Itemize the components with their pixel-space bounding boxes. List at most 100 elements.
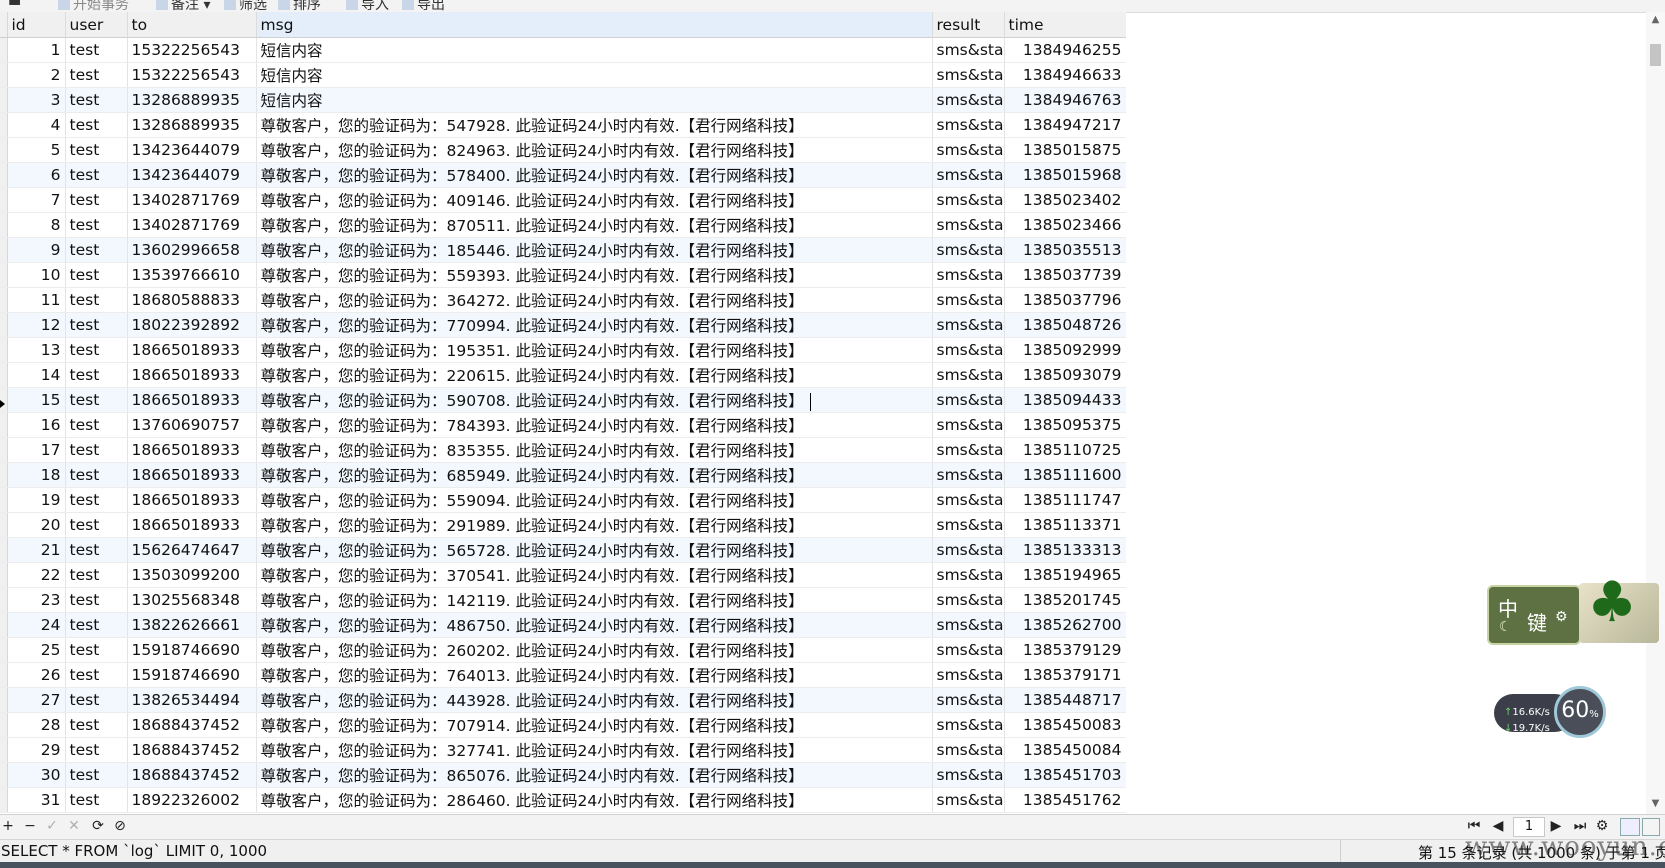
row-marker[interactable]	[0, 187, 8, 213]
cell-result[interactable]: sms&stat	[932, 162, 1005, 188]
cell-time[interactable]: 1385451703	[1004, 762, 1126, 788]
cell-to[interactable]: 15322256543	[127, 37, 257, 63]
cell-user[interactable]: test	[65, 362, 128, 388]
table-row[interactable]: 19 test 18665018933 尊敬客户，您的验证码为：559094. 此验证…	[0, 487, 1126, 513]
table-row[interactable]: 26 test 15918746690 尊敬客户，您的验证码为：764013. 此验证…	[0, 662, 1126, 688]
cell-msg[interactable]: 短信内容	[256, 37, 933, 63]
row-marker[interactable]	[0, 437, 8, 463]
cell-time[interactable]: 1385048726	[1004, 312, 1126, 338]
cell-id[interactable]: 2	[7, 62, 66, 88]
table-row[interactable]: 4 test 13286889935 尊敬客户，您的验证码为：547928. 此验证码…	[0, 112, 1126, 138]
cell-user[interactable]: test	[65, 787, 128, 813]
cell-result[interactable]: sms&stat	[932, 212, 1005, 238]
cell-user[interactable]: test	[65, 562, 128, 588]
row-marker[interactable]	[0, 587, 8, 613]
cell-time[interactable]: 1385015968	[1004, 162, 1126, 188]
cell-user[interactable]: test	[65, 387, 128, 413]
cell-time[interactable]: 1385451762	[1004, 787, 1126, 813]
cell-to[interactable]: 15918746690	[127, 637, 257, 663]
table-row[interactable]: 23 test 13025568348 尊敬客户，您的验证码为：142119. 此验证…	[0, 587, 1126, 613]
ime-language-key[interactable]: 中	[1498, 593, 1518, 622]
table-row[interactable]: 3 test 13286889935 短信内容 sms&stat 1384946763	[0, 87, 1126, 113]
cell-msg[interactable]: 尊敬客户，您的验证码为：220615. 此验证码24小时内有效.【君行网络科技】	[256, 362, 933, 388]
cell-time[interactable]: 1385015875	[1004, 137, 1126, 163]
cell-id[interactable]: 4	[7, 112, 66, 138]
cell-id[interactable]: 29	[7, 737, 66, 763]
row-marker[interactable]	[0, 87, 8, 113]
menu-icon[interactable]: ▬	[8, 0, 21, 10]
table-row[interactable]: 21 test 15626474647 尊敬客户，您的验证码为：565728. 此验证…	[0, 537, 1126, 563]
scroll-up-arrow-icon[interactable]: ▲	[1650, 14, 1661, 25]
table-row[interactable]: 20 test 18665018933 尊敬客户，您的验证码为：291989. 此验证…	[0, 512, 1126, 538]
cell-result[interactable]: sms&stat	[932, 337, 1005, 363]
column-header-time[interactable]: time	[1004, 12, 1126, 38]
table-row[interactable]: 16 test 13760690757 尊敬客户，您的验证码为：784393. 此验证…	[0, 412, 1126, 438]
row-marker[interactable]	[0, 112, 8, 138]
cell-to[interactable]: 18665018933	[127, 512, 257, 538]
cell-id[interactable]: 17	[7, 437, 66, 463]
cell-id[interactable]: 28	[7, 712, 66, 738]
cell-msg[interactable]: 尊敬客户，您的验证码为：547928. 此验证码24小时内有效.【君行网络科技】	[256, 112, 933, 138]
cell-result[interactable]: sms&stat	[932, 312, 1005, 338]
cell-id[interactable]: 22	[7, 562, 66, 588]
row-marker[interactable]	[0, 537, 8, 563]
cell-result[interactable]: sms&stat	[932, 612, 1005, 638]
cell-time[interactable]: 1384947217	[1004, 112, 1126, 138]
cell-result[interactable]: sms&stat	[932, 712, 1005, 738]
cell-user[interactable]: test	[65, 587, 128, 613]
refresh-icon[interactable]: ⟳	[90, 818, 106, 834]
cell-to[interactable]: 18665018933	[127, 337, 257, 363]
delete-record-icon[interactable]: −	[22, 818, 38, 834]
cell-to[interactable]: 18665018933	[127, 462, 257, 488]
cell-result[interactable]: sms&stat	[932, 62, 1005, 88]
cell-result[interactable]: sms&stat	[932, 737, 1005, 763]
table-row[interactable]: 18 test 18665018933 尊敬客户，您的验证码为：685949. 此验证…	[0, 462, 1126, 488]
cell-time[interactable]: 1385201745	[1004, 587, 1126, 613]
column-header-msg[interactable]: msg	[256, 12, 933, 38]
cell-user[interactable]: test	[65, 162, 128, 188]
row-marker[interactable]	[0, 137, 8, 163]
cell-to[interactable]: 18680588833	[127, 287, 257, 313]
cell-id[interactable]: 26	[7, 662, 66, 688]
cell-msg[interactable]: 尊敬客户，您的验证码为：185446. 此验证码24小时内有效.【君行网络科技】	[256, 237, 933, 263]
row-marker[interactable]	[0, 37, 8, 63]
row-marker[interactable]	[0, 512, 8, 538]
cell-to[interactable]: 18688437452	[127, 737, 257, 763]
cell-to[interactable]: 13423644079	[127, 162, 257, 188]
cell-user[interactable]: test	[65, 737, 128, 763]
cell-to[interactable]: 15918746690	[127, 662, 257, 688]
cell-result[interactable]: sms&stat	[932, 37, 1005, 63]
cell-msg[interactable]: 尊敬客户，您的验证码为：770994. 此验证码24小时内有效.【君行网络科技】	[256, 312, 933, 338]
cell-time[interactable]: 1385110725	[1004, 437, 1126, 463]
cell-user[interactable]: test	[65, 437, 128, 463]
table-row[interactable]: 17 test 18665018933 尊敬客户，您的验证码为：835355. 此验证…	[0, 437, 1126, 463]
table-row[interactable]: 9 test 13602996658 尊敬客户，您的验证码为：185446. 此验证码…	[0, 237, 1126, 263]
cell-to[interactable]: 13503099200	[127, 562, 257, 588]
cell-time[interactable]: 1385023402	[1004, 187, 1126, 213]
row-marker[interactable]	[0, 662, 8, 688]
cell-msg[interactable]: 尊敬客户，您的验证码为：764013. 此验证码24小时内有效.【君行网络科技】	[256, 662, 933, 688]
cell-msg[interactable]: 尊敬客户，您的验证码为：370541. 此验证码24小时内有效.【君行网络科技】	[256, 562, 933, 588]
cell-msg[interactable]: 尊敬客户，您的验证码为：685949. 此验证码24小时内有效.【君行网络科技】	[256, 462, 933, 488]
cell-time[interactable]: 1384946255	[1004, 37, 1126, 63]
cell-user[interactable]: test	[65, 262, 128, 288]
cell-to[interactable]: 13025568348	[127, 587, 257, 613]
cell-msg[interactable]: 尊敬客户，您的验证码为：409146. 此验证码24小时内有效.【君行网络科技】	[256, 187, 933, 213]
cell-result[interactable]: sms&stat	[932, 262, 1005, 288]
cell-time[interactable]: 1385111600	[1004, 462, 1126, 488]
row-marker[interactable]	[0, 487, 8, 513]
cell-to[interactable]: 13539766610	[127, 262, 257, 288]
column-header-user[interactable]: user	[65, 12, 128, 38]
cell-user[interactable]: test	[65, 337, 128, 363]
table-row[interactable]: 7 test 13402871769 尊敬客户，您的验证码为：409146. 此验证码…	[0, 187, 1126, 213]
cell-user[interactable]: test	[65, 187, 128, 213]
table-row[interactable]: 11 test 18680588833 尊敬客户，您的验证码为：364272. 此验证…	[0, 287, 1126, 313]
table-row[interactable]: 29 test 18688437452 尊敬客户，您的验证码为：327741. 此验证…	[0, 737, 1126, 763]
cell-result[interactable]: sms&stat	[932, 87, 1005, 113]
stop-icon[interactable]: ⊘	[112, 818, 128, 834]
cell-id[interactable]: 31	[7, 787, 66, 813]
column-header-result[interactable]: result	[932, 12, 1005, 38]
table-row[interactable]: 13 test 18665018933 尊敬客户，您的验证码为：195351. 此验证…	[0, 337, 1126, 363]
cell-msg[interactable]: 尊敬客户，您的验证码为：195351. 此验证码24小时内有效.【君行网络科技】	[256, 337, 933, 363]
cell-id[interactable]: 16	[7, 412, 66, 438]
